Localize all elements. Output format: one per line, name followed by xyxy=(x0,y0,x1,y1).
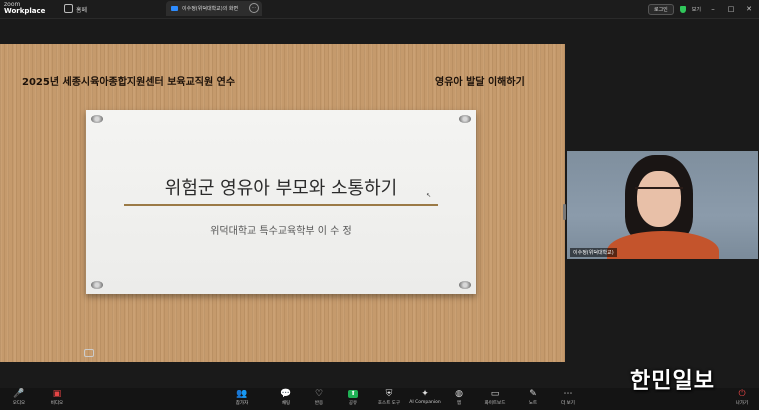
tab-home-label: 홈페 xyxy=(76,7,88,14)
participant-name: 이수정(위덕대학교) xyxy=(570,248,617,257)
tab-meeting-label: 이수정(위덕대학교)의 화면 xyxy=(182,6,239,12)
slide-header-right: 영유아 발달 이해하기 xyxy=(435,77,525,88)
brand-workplace: Workplace xyxy=(4,7,46,15)
reactions-label: 반응 xyxy=(314,401,324,406)
chat-label: 채팅 xyxy=(281,401,291,406)
video-person-face xyxy=(637,171,681,227)
ai-companion-button[interactable]: ✦ AI Companion xyxy=(408,389,442,409)
microphone-muted-icon: 🎤 xyxy=(13,389,25,399)
title-divider xyxy=(124,204,438,206)
leave-button[interactable]: ⏻ 나가기 xyxy=(730,389,754,409)
video-off-icon: ▣ xyxy=(52,389,62,399)
notes-label: 노트 xyxy=(528,401,538,406)
slide-title: 위험군 영유아 부모와 소통하기 xyxy=(164,178,398,199)
watermark-logo: 한민일보 xyxy=(630,369,715,394)
recording-camera-icon xyxy=(84,349,94,357)
pin-icon xyxy=(459,115,471,123)
apps-label: 앱 xyxy=(456,401,462,406)
video-person-body xyxy=(607,231,719,259)
title-bar: zoom Workplace 홈페 이수정(위덕대학교)의 화면 ⋯ 로그인 보… xyxy=(0,0,759,19)
tab-meeting[interactable]: 이수정(위덕대학교)의 화면 ⋯ xyxy=(166,1,262,16)
audio-label: 오디오 xyxy=(12,401,26,406)
panel-resize-handle[interactable] xyxy=(563,204,566,220)
video-label: 비디오 xyxy=(50,401,64,406)
notes-button[interactable]: ✎ 노트 xyxy=(524,389,542,409)
host-tools-label: 호스트 도구 xyxy=(377,401,401,406)
slide-title-card: 위험군 영유아 부모와 소통하기 위덕대학교 특수교육학부 이 수 정 xyxy=(86,110,476,294)
notes-icon: ✎ xyxy=(529,389,537,399)
reactions-button[interactable]: ♡ 반응 xyxy=(308,389,330,409)
slide-subtitle: 위덕대학교 특수교육학부 이 수 정 xyxy=(210,226,352,237)
whiteboard-label: 화이트보드 xyxy=(484,401,506,406)
leave-label: 나가기 xyxy=(735,401,749,406)
home-icon xyxy=(64,4,73,13)
minimize-button[interactable]: – xyxy=(707,5,719,13)
chat-icon: 💬 xyxy=(280,389,292,399)
chat-button[interactable]: 💬 채팅 xyxy=(275,389,297,409)
video-camera-icon xyxy=(171,6,178,11)
participants-icon: 👥 xyxy=(236,389,248,399)
more-label: 더 보기 xyxy=(561,401,575,406)
zoom-logo: zoom Workplace xyxy=(4,1,45,15)
share-icon: ⬆ xyxy=(342,389,364,400)
tab-options-icon[interactable]: ⋯ xyxy=(249,3,259,13)
slide-header-left: 2025년 세종시육아종합지원센터 보육교직원 연수 xyxy=(22,77,236,88)
share-label: 공유 xyxy=(348,401,358,406)
share-button[interactable]: ⬆ 공유 xyxy=(342,389,364,409)
leave-icon: ⏻ xyxy=(738,389,746,399)
close-window-button[interactable]: ✕ xyxy=(743,5,755,13)
video-person-glasses xyxy=(635,187,683,199)
host-tools-button[interactable]: ⛨ 호스트 도구 xyxy=(374,389,404,409)
shield-icon xyxy=(679,5,686,13)
video-button[interactable]: ▣ 비디오 xyxy=(46,389,68,409)
ai-companion-label: AI Companion xyxy=(409,400,441,405)
titlebar-controls: 로그인 보기 – □ ✕ xyxy=(647,3,755,15)
participants-label: 참가자 xyxy=(235,401,249,406)
login-button[interactable]: 로그인 xyxy=(647,3,674,15)
sparkle-icon: ✦ xyxy=(421,389,429,399)
pin-icon xyxy=(459,281,471,289)
view-button[interactable]: 보기 xyxy=(692,6,701,13)
maximize-button[interactable]: □ xyxy=(725,5,737,13)
pin-icon xyxy=(91,115,103,123)
whiteboard-button[interactable]: ▭ 화이트보드 xyxy=(480,389,510,409)
heart-icon: ♡ xyxy=(314,389,324,399)
shared-screen: 2025년 세종시육아종합지원센터 보육교직원 연수 영유아 발달 이해하기 위… xyxy=(0,44,565,362)
mouse-cursor-icon: ↖ xyxy=(426,192,432,199)
apps-button[interactable]: ◍ 앱 xyxy=(450,389,468,409)
audio-button[interactable]: 🎤 오디오 xyxy=(8,389,30,409)
pin-icon xyxy=(91,281,103,289)
participant-video[interactable]: 이수정(위덕대학교) xyxy=(567,151,758,259)
participants-button[interactable]: 👥 참가자 xyxy=(230,389,254,409)
apps-icon: ◍ xyxy=(455,389,463,399)
shield-icon: ⛨ xyxy=(385,389,393,399)
more-icon: ⋯ xyxy=(563,389,573,399)
share-arrow-icon: ⬆ xyxy=(348,389,358,398)
more-button[interactable]: ⋯ 더 보기 xyxy=(557,389,579,409)
tab-home[interactable]: 홈페 xyxy=(64,4,87,14)
whiteboard-icon: ▭ xyxy=(490,389,500,399)
